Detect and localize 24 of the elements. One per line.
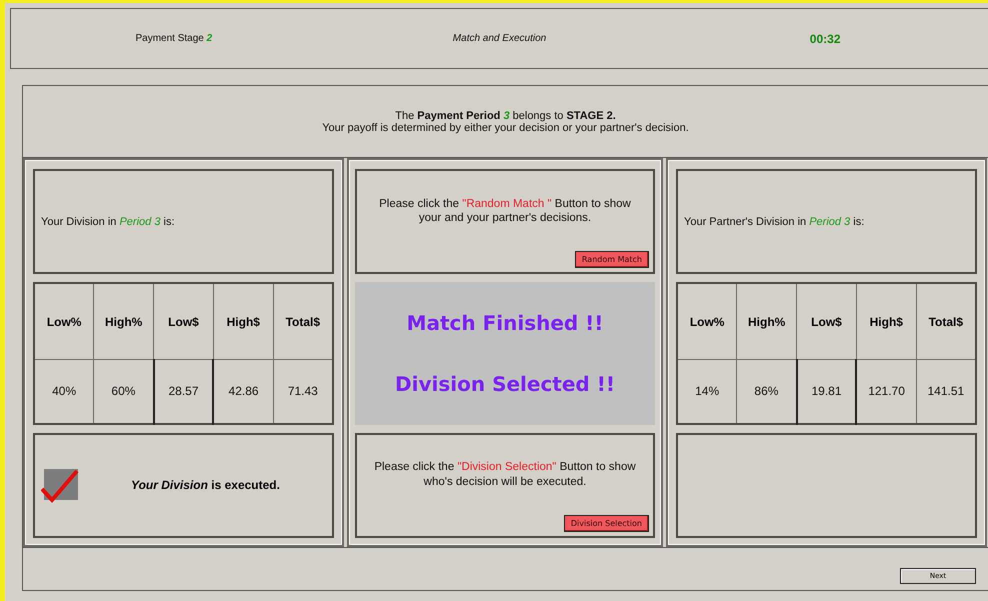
division-caption: Your Division in Period 3 is:	[40, 216, 175, 228]
column-header: Low$	[154, 283, 214, 360]
screen-title: Match and Execution	[452, 33, 546, 44]
division-selection-button[interactable]: Division Selection	[564, 515, 649, 532]
table-cell: 42.86	[213, 360, 274, 424]
division-caption: Your Partner's Division in Period 3 is:	[683, 216, 864, 228]
stage-label: Payment Stage 2	[135, 33, 212, 44]
random-match-button[interactable]: Random Match	[574, 251, 649, 268]
column-header: High%	[736, 283, 797, 360]
column-header: Low%	[677, 283, 737, 360]
status-message: Division Selected !!	[395, 372, 615, 396]
countdown-timer: 00:32	[810, 32, 840, 46]
status-message: Match Finished !!	[406, 310, 604, 335]
column-header: Low%	[34, 283, 94, 360]
column-header: High%	[94, 283, 154, 360]
column-header: High$	[856, 283, 916, 360]
column-header: Low$	[796, 283, 856, 360]
instruction-text: Please click the "Division Selection" Button to show who's decision will be executed.	[373, 460, 637, 490]
execution-message: Your Division is executed.	[130, 478, 281, 492]
column-header: High$	[213, 283, 274, 360]
payoff-info: Your payoff is determined by either your decision or your partner's decision.	[322, 122, 689, 134]
period-info: The Payment Period 3 belongs to STAGE 2.	[395, 110, 616, 122]
table-cell: 121.70	[856, 360, 916, 424]
instruction-text: Please click the "Random Match " Button to show your and your partner's decisions.	[378, 196, 632, 226]
